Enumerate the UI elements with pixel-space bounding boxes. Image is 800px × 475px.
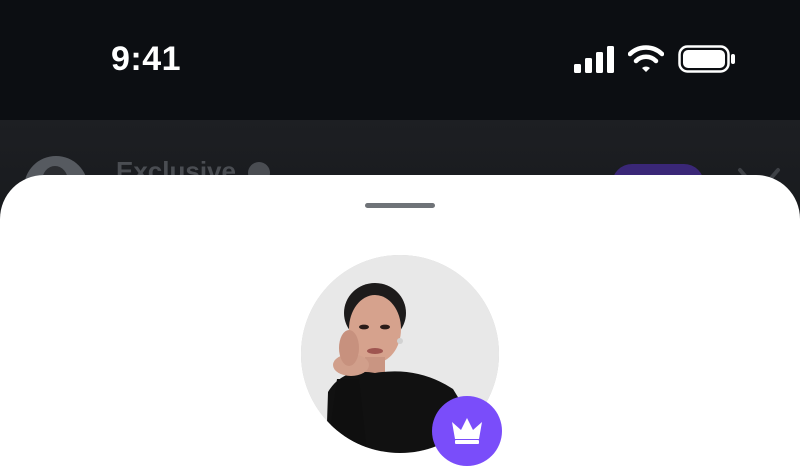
signal-icon bbox=[574, 46, 614, 73]
status-time: 9:41 bbox=[111, 40, 182, 78]
bottom-sheet bbox=[0, 175, 800, 475]
sheet-grabber[interactable] bbox=[365, 203, 435, 208]
status-bar: 9:41 bbox=[0, 0, 800, 120]
battery-icon bbox=[678, 45, 735, 73]
wifi-icon bbox=[628, 45, 664, 72]
premium-badge bbox=[432, 396, 502, 466]
crown-icon bbox=[452, 418, 482, 444]
